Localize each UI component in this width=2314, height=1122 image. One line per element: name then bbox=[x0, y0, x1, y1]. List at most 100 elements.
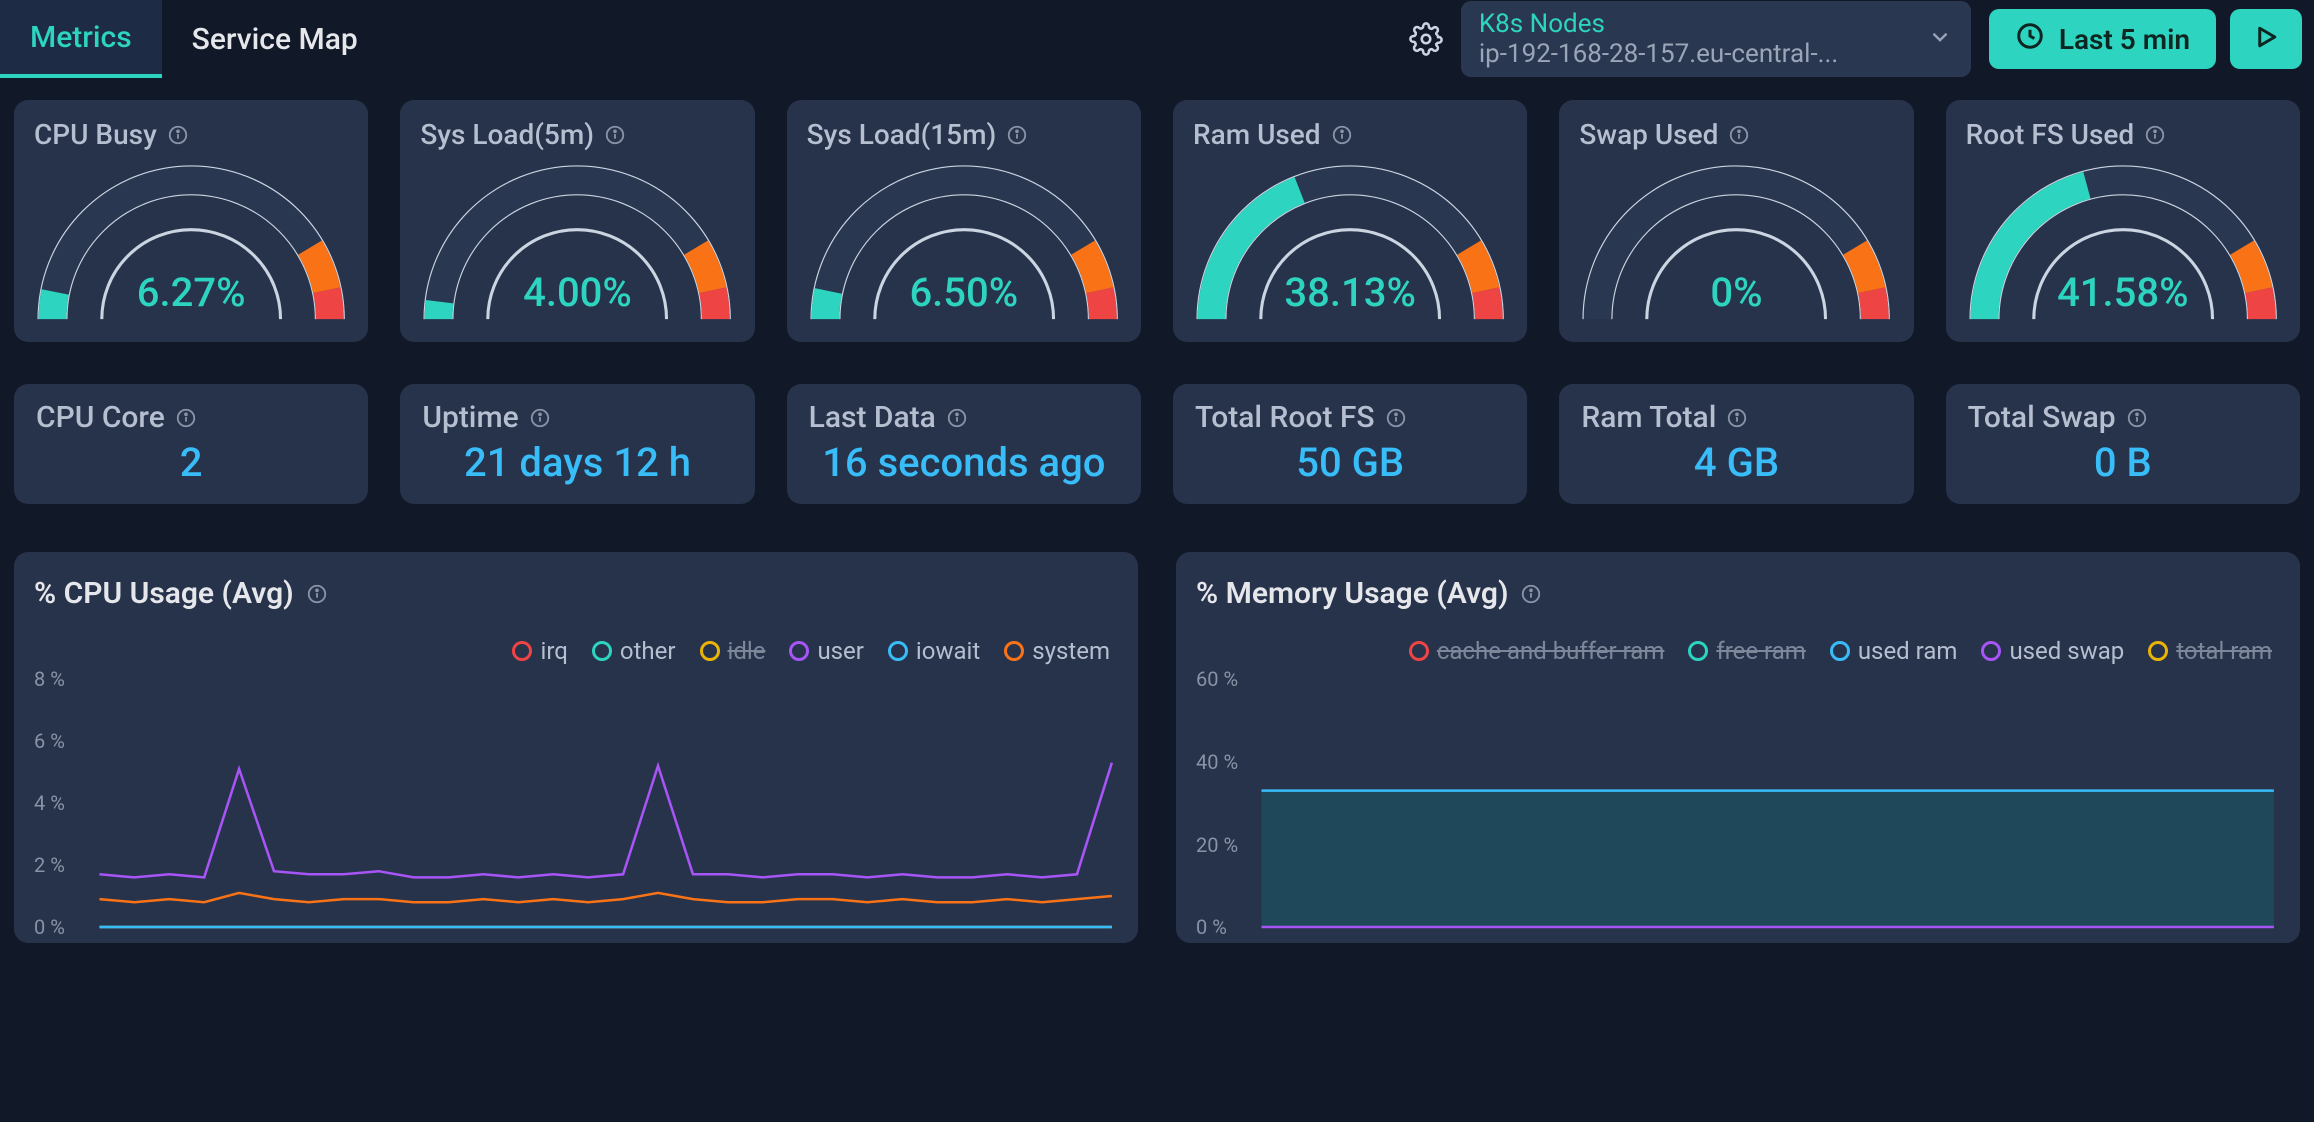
stat-title: Total Swap bbox=[1968, 400, 2116, 435]
info-icon[interactable] bbox=[1385, 407, 1407, 429]
stat-value: 50 GB bbox=[1195, 439, 1505, 486]
mem-chart-legend: cache and buffer ram free ram used ram used… bbox=[1196, 637, 2272, 665]
legend-swatch bbox=[888, 641, 908, 661]
info-icon[interactable] bbox=[167, 124, 189, 146]
legend-swatch bbox=[700, 641, 720, 661]
legend-item[interactable]: iowait bbox=[888, 637, 980, 665]
legend-swatch bbox=[1409, 641, 1429, 661]
gauge-panel: CPU Busy 6.27% bbox=[14, 100, 368, 342]
legend-item[interactable]: system bbox=[1004, 637, 1110, 665]
stat-panel: Uptime 21 days 12 h bbox=[400, 384, 754, 504]
legend-label: idle bbox=[728, 637, 766, 665]
gauge-panel: Ram Used 38.13% bbox=[1173, 100, 1527, 342]
gauge-panel: Sys Load(5m) 4.00% bbox=[400, 100, 754, 342]
stat-panel: Ram Total 4 GB bbox=[1559, 384, 1913, 504]
gauge-panel: Sys Load(15m) 6.50% bbox=[787, 100, 1141, 342]
legend-swatch bbox=[1830, 641, 1850, 661]
info-icon[interactable] bbox=[1331, 124, 1353, 146]
legend-swatch bbox=[1004, 641, 1024, 661]
gauge: 38.13% bbox=[1193, 165, 1507, 322]
gauge: 4.00% bbox=[420, 165, 734, 322]
node-selector[interactable]: K8s Nodes ip-192-168-28-157.eu-central-.… bbox=[1461, 1, 1971, 77]
legend-item[interactable]: cache and buffer ram bbox=[1409, 637, 1665, 665]
stat-panel: CPU Core 2 bbox=[14, 384, 368, 504]
legend-label: total ram bbox=[2176, 637, 2272, 665]
tab-metrics[interactable]: Metrics bbox=[0, 0, 162, 78]
stat-value: 16 seconds ago bbox=[809, 439, 1119, 486]
legend-item[interactable]: other bbox=[592, 637, 676, 665]
memory-usage-chart-panel: % Memory Usage (Avg) cache and buffer ra… bbox=[1176, 552, 2300, 943]
stat-value: 4 GB bbox=[1581, 439, 1891, 486]
gauge-title: Sys Load(15m) bbox=[807, 118, 997, 151]
legend-label: used swap bbox=[2009, 637, 2124, 665]
gauge: 6.27% bbox=[34, 165, 348, 322]
cpu-chart-title: % CPU Usage (Avg) bbox=[34, 576, 294, 611]
top-bar: Metrics Service Map K8s Nodes ip-192-168… bbox=[0, 0, 2314, 78]
gauge-value: 38.13% bbox=[1193, 269, 1507, 316]
cpu-usage-chart-panel: % CPU Usage (Avg) irq other idle user iowait… bbox=[14, 552, 1138, 943]
info-icon[interactable] bbox=[604, 124, 626, 146]
gauge-panel: Root FS Used 41.58% bbox=[1946, 100, 2300, 342]
info-icon[interactable] bbox=[1006, 124, 1028, 146]
mem-chart-plot[interactable]: 60 %40 %20 %0 % bbox=[1196, 673, 2280, 933]
stat-panel: Total Swap 0 B bbox=[1946, 384, 2300, 504]
gauge-title: Sys Load(5m) bbox=[420, 118, 594, 151]
legend-swatch bbox=[789, 641, 809, 661]
info-icon[interactable] bbox=[529, 407, 551, 429]
legend-label: irq bbox=[540, 637, 567, 665]
clock-icon bbox=[2015, 21, 2045, 58]
legend-label: free ram bbox=[1716, 637, 1805, 665]
info-icon[interactable] bbox=[2144, 124, 2166, 146]
stat-panel: Total Root FS 50 GB bbox=[1173, 384, 1527, 504]
gauge-value: 4.00% bbox=[420, 269, 734, 316]
info-icon[interactable] bbox=[2126, 407, 2148, 429]
legend-item[interactable]: irq bbox=[512, 637, 567, 665]
gauge-title: Swap Used bbox=[1579, 118, 1718, 151]
legend-swatch bbox=[1981, 641, 2001, 661]
legend-item[interactable]: total ram bbox=[2148, 637, 2272, 665]
stat-title: Total Root FS bbox=[1195, 400, 1375, 435]
legend-label: user bbox=[817, 637, 863, 665]
run-button[interactable] bbox=[2230, 9, 2302, 69]
legend-swatch bbox=[2148, 641, 2168, 661]
cpu-chart-plot[interactable]: 8 %6 %4 %2 %0 % bbox=[34, 673, 1118, 933]
chevron-down-icon bbox=[1927, 24, 1953, 54]
stat-title: Uptime bbox=[422, 400, 518, 435]
legend-item[interactable]: used swap bbox=[1981, 637, 2124, 665]
node-selector-title: K8s Nodes bbox=[1479, 9, 1913, 39]
gauge-title: Root FS Used bbox=[1966, 118, 2135, 151]
stat-title: CPU Core bbox=[36, 400, 165, 435]
time-range-label: Last 5 min bbox=[2059, 23, 2190, 56]
legend-swatch bbox=[512, 641, 532, 661]
info-icon[interactable] bbox=[1728, 124, 1750, 146]
info-icon[interactable] bbox=[946, 407, 968, 429]
node-selector-value: ip-192-168-28-157.eu-central-... bbox=[1479, 39, 1913, 69]
charts-row: % CPU Usage (Avg) irq other idle user iowait… bbox=[0, 504, 2314, 943]
info-icon[interactable] bbox=[306, 583, 328, 605]
legend-item[interactable]: user bbox=[789, 637, 863, 665]
tab-service-map[interactable]: Service Map bbox=[162, 0, 388, 78]
stat-value: 2 bbox=[36, 439, 346, 486]
info-icon[interactable] bbox=[175, 407, 197, 429]
legend-label: cache and buffer ram bbox=[1437, 637, 1665, 665]
time-range-button[interactable]: Last 5 min bbox=[1989, 9, 2216, 69]
gauge: 0% bbox=[1579, 165, 1893, 322]
gauge-row: CPU Busy 6.27% Sys Load(5m) 4.00% Sys Lo… bbox=[0, 78, 2314, 342]
gauge-value: 6.27% bbox=[34, 269, 348, 316]
legend-item[interactable]: used ram bbox=[1830, 637, 1958, 665]
legend-item[interactable]: idle bbox=[700, 637, 766, 665]
gauge-title: Ram Used bbox=[1193, 118, 1321, 151]
play-icon bbox=[2251, 22, 2281, 56]
info-icon[interactable] bbox=[1726, 407, 1748, 429]
stat-title: Ram Total bbox=[1581, 400, 1716, 435]
legend-label: used ram bbox=[1858, 637, 1958, 665]
legend-swatch bbox=[1688, 641, 1708, 661]
gauge-title: CPU Busy bbox=[34, 118, 157, 151]
gauge-value: 6.50% bbox=[807, 269, 1121, 316]
info-icon[interactable] bbox=[1520, 583, 1542, 605]
gear-icon[interactable] bbox=[1409, 22, 1443, 56]
legend-item[interactable]: free ram bbox=[1688, 637, 1805, 665]
stats-row: CPU Core 2 Uptime 21 days 12 h Last Data… bbox=[0, 342, 2314, 504]
stat-value: 0 B bbox=[1968, 439, 2278, 486]
stat-panel: Last Data 16 seconds ago bbox=[787, 384, 1141, 504]
